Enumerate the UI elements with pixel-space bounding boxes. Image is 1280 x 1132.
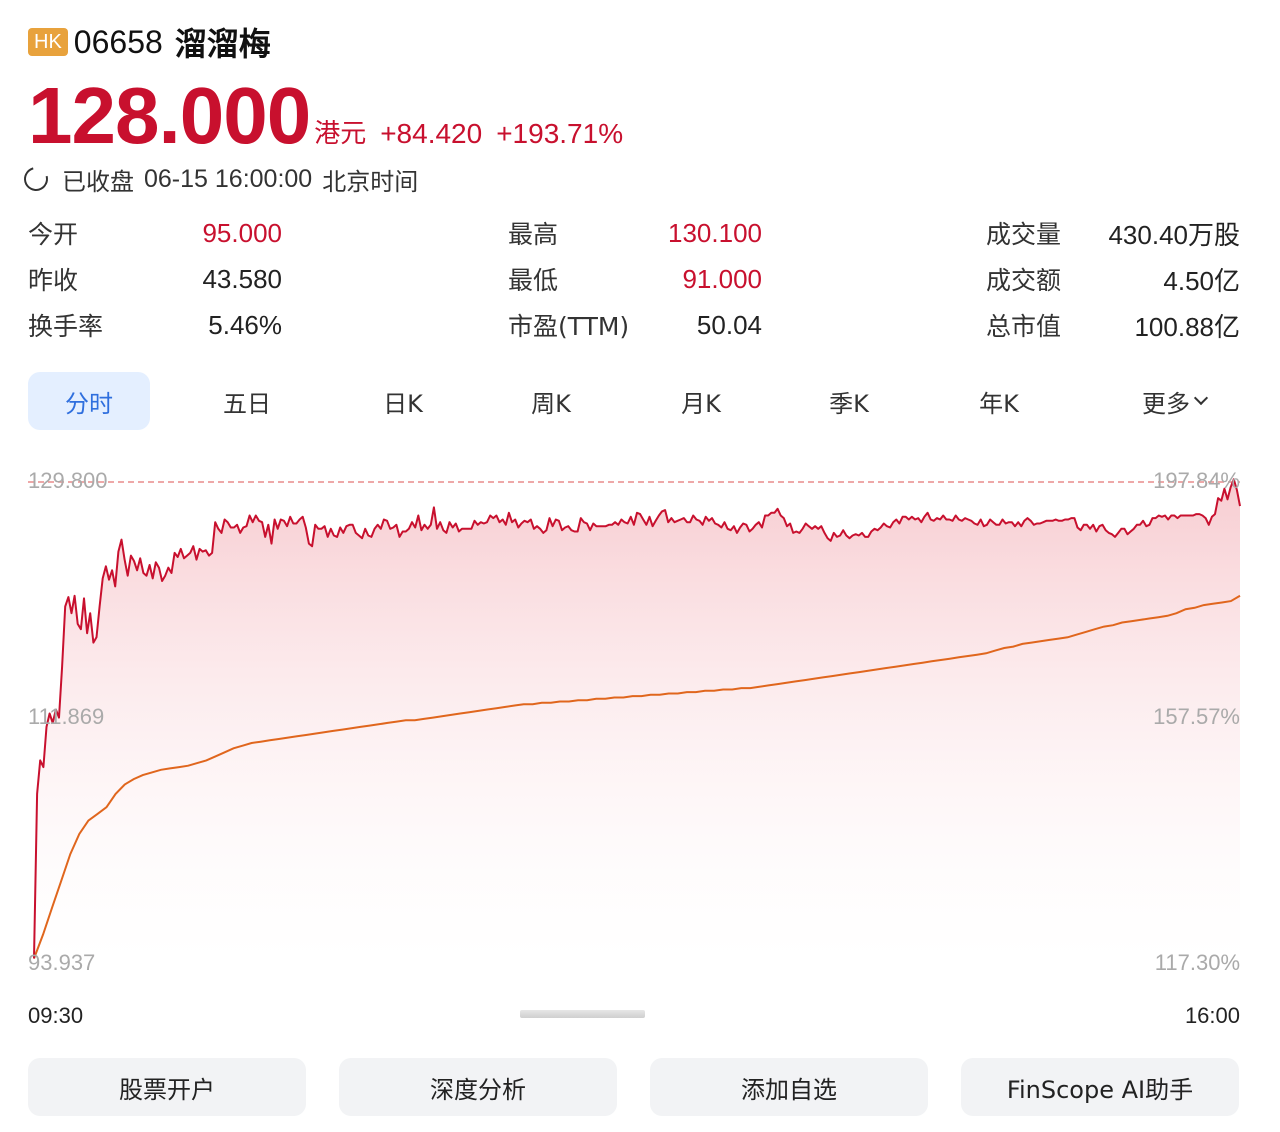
stat-value: 50.04: [696, 309, 762, 340]
stat-value: 43.580: [202, 263, 282, 294]
tab-more[interactable]: 更多: [1108, 372, 1240, 430]
tab-monthly-k[interactable]: 月K: [640, 372, 762, 430]
last-price: 128.000: [28, 71, 311, 160]
stats-column-2: 最高 130.100 最低 91.000 市盈(TTM) 50.04: [508, 210, 762, 348]
stat-amount: 成交额 4.50亿: [986, 256, 1240, 302]
ai-assistant-button[interactable]: FinScope AI助手: [961, 1058, 1239, 1116]
chevron-down-icon: [1193, 390, 1209, 406]
stock-code: 06658: [73, 23, 163, 60]
y-left-tick-top: 129.800: [28, 468, 108, 493]
stat-label: 成交量: [986, 220, 1062, 249]
market-status: 已收盘 06-15 16:00:00 北京时间: [19, 162, 419, 196]
stat-label: 总市值: [986, 312, 1062, 341]
x-tick-open: 09:30: [28, 1003, 84, 1028]
market-status-label: 已收盘: [62, 167, 134, 196]
stat-label: 成交额: [986, 266, 1062, 295]
stat-value: 91.000: [682, 263, 762, 294]
intraday-chart-svg: [28, 478, 1241, 962]
add-watchlist-button[interactable]: 添加自选: [650, 1058, 928, 1116]
open-account-button[interactable]: 股票开户: [28, 1058, 306, 1116]
stat-value: 4.50亿: [1163, 265, 1240, 296]
stat-open: 今开 95.000: [28, 210, 282, 256]
market-status-time: 06-15 16:00:00: [144, 164, 313, 193]
stat-pe-ttm: 市盈(TTM) 50.04: [508, 302, 762, 348]
market-status-timezone: 北京时间: [322, 167, 419, 196]
stat-market-cap: 总市值 100.88亿: [986, 302, 1240, 348]
stat-label: 换手率: [28, 312, 104, 341]
price-change: +84.420: [380, 118, 483, 149]
stat-high: 最高 130.100: [508, 210, 762, 256]
market-badge: HK: [28, 28, 68, 56]
chart-period-tabs: 分时 五日 日K 周K 月K 季K 年K 更多: [28, 372, 1240, 430]
quote-stats: 今开 95.000 昨收 43.580 换手率 5.46% 最高 130.100…: [28, 210, 1240, 350]
tab-weekly-k[interactable]: 周K: [490, 372, 612, 430]
action-bar: 股票开户 深度分析 添加自选 FinScope AI助手: [28, 1058, 1240, 1116]
tab-more-label: 更多: [1142, 389, 1190, 418]
y-right-tick-bottom: 117.30%: [1154, 950, 1240, 975]
tab-intraday[interactable]: 分时: [28, 372, 150, 430]
stats-column-3: 成交量 430.40万股 成交额 4.50亿 总市值 100.88亿: [986, 210, 1240, 348]
scroll-indicator[interactable]: [520, 1010, 645, 1018]
tab-quarterly-k[interactable]: 季K: [788, 372, 910, 430]
stat-value: 130.100: [668, 217, 762, 248]
stock-name: 溜溜梅: [174, 25, 271, 63]
stock-header: HK 06658 溜溜梅: [28, 22, 271, 63]
price-change-percent: +193.71%: [496, 118, 624, 149]
y-left-tick-bottom: 93.937: [28, 950, 96, 975]
stats-column-1: 今开 95.000 昨收 43.580 换手率 5.46%: [28, 210, 282, 348]
stat-turnover-rate: 换手率 5.46%: [28, 302, 282, 348]
price-area-fill: [34, 479, 1240, 962]
y-right-tick-mid: 157.57%: [1153, 704, 1240, 729]
stat-label: 市盈(TTM): [508, 312, 630, 341]
tab-yearly-k[interactable]: 年K: [938, 372, 1060, 430]
tab-daily-k[interactable]: 日K: [342, 372, 464, 430]
stat-value: 95.000: [202, 217, 282, 248]
y-right-tick-top: 197.84%: [1153, 468, 1240, 493]
y-left-tick-mid: 111.869: [28, 704, 105, 729]
stat-value: 430.40万股: [1108, 219, 1240, 250]
deep-analysis-button[interactable]: 深度分析: [339, 1058, 617, 1116]
tab-five-day[interactable]: 五日: [186, 372, 308, 430]
x-tick-close: 16:00: [1184, 1003, 1240, 1028]
stat-label: 最高: [508, 220, 559, 249]
stat-volume: 成交量 430.40万股: [986, 210, 1240, 256]
intraday-chart[interactable]: 129.800 111.869 93.937 197.84% 157.57% 1…: [0, 440, 1280, 1028]
clock-icon: [19, 162, 53, 196]
stat-label: 最低: [508, 266, 559, 295]
stat-low: 最低 91.000: [508, 256, 762, 302]
currency-label: 港元: [314, 119, 367, 149]
stat-value: 5.46%: [208, 309, 282, 340]
price-row: 128.000 港元 +84.420 +193.71%: [28, 68, 623, 158]
stat-value: 100.88亿: [1134, 311, 1240, 342]
stat-prev-close: 昨收 43.580: [28, 256, 282, 302]
stat-label: 今开: [28, 220, 79, 249]
stat-label: 昨收: [28, 266, 79, 295]
